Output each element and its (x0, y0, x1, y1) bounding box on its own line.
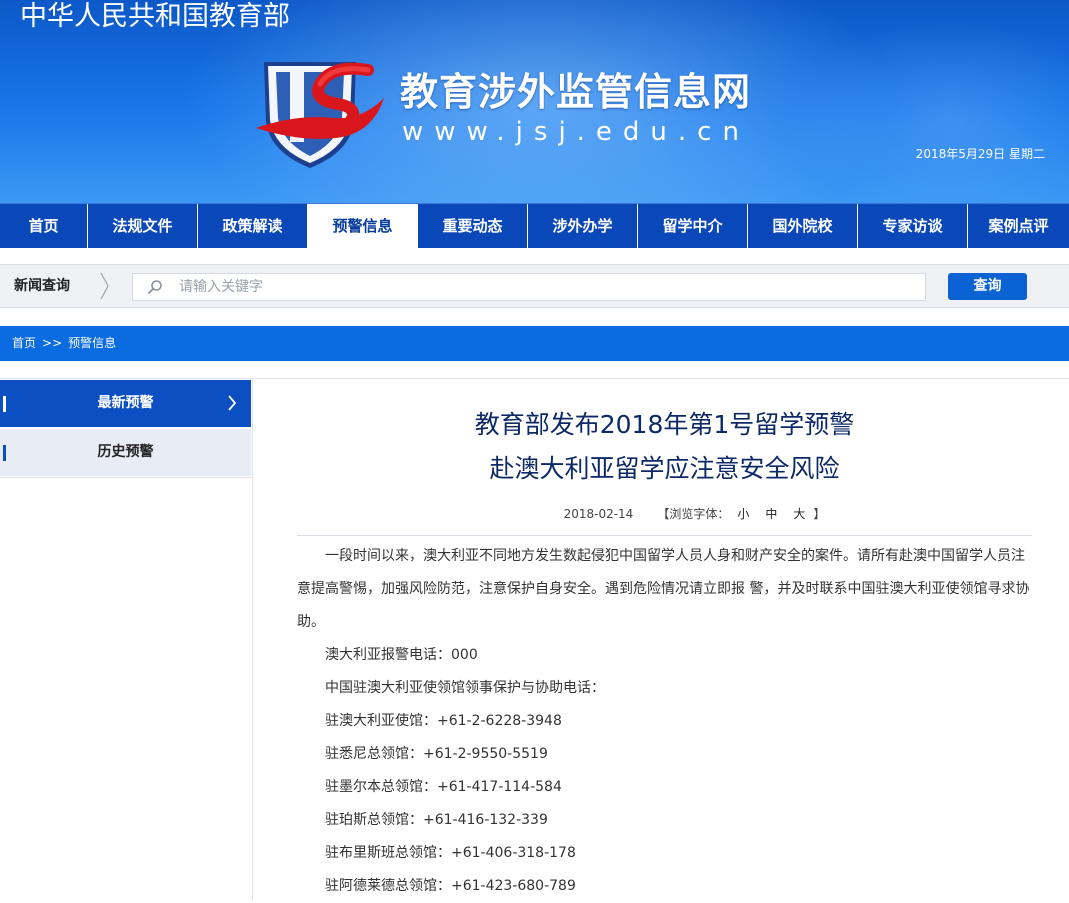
nav-item-interviews[interactable]: 专家访谈 (858, 204, 968, 248)
search-button[interactable]: 查询 (948, 273, 1027, 300)
ministry-name[interactable]: 中华人民共和国教育部 (20, 0, 290, 34)
article-title-line2: 赴澳大利亚留学应注意安全风险 (489, 454, 840, 483)
font-size-label: 【浏览字体： (657, 507, 730, 521)
nav-item-warnings[interactable]: 预警信息 (308, 204, 418, 248)
search-label: 新闻查询 (14, 278, 70, 294)
article-body: 一段时间以来，澳大利亚不同地方发生数起侵犯中国留学人员人身和财产安全的案件。请所… (297, 540, 1032, 903)
sidebar-item-label: 最新预警 (97, 395, 154, 411)
divider (0, 477, 251, 478)
nav-item-regulations[interactable]: 法规文件 (88, 204, 198, 248)
breadcrumb-home[interactable]: 首页 (12, 336, 36, 350)
nav-item-cases[interactable]: 案例点评 (968, 204, 1069, 248)
font-size-label-end: 】 (813, 507, 826, 521)
sidebar-marker (3, 396, 6, 412)
article-paragraph: 驻阿德莱德总领馆：+61-423-680-789 (325, 878, 576, 894)
nav-item-news[interactable]: 重要动态 (418, 204, 528, 248)
article: 教育部发布2018年第1号留学预警 赴澳大利亚留学应注意安全风险 2018-02… (297, 379, 1032, 903)
sidebar-marker (3, 445, 6, 461)
article-paragraph: 中国驻澳大利亚使领馆领事保护与协助电话： (325, 680, 605, 696)
site-title[interactable]: 教育涉外监管信息网 (400, 66, 751, 118)
article-paragraph: 一段时间以来，澳大利亚不同地方发生数起侵犯中国留学人员人身和财产安全的案件。请所… (297, 548, 1030, 630)
search-input-wrapper (132, 273, 926, 301)
article-paragraph: 驻布里斯班总领馆：+61-406-318-178 (325, 845, 576, 861)
article-meta: 2018-02-14 【浏览字体： 小 中 大】 (297, 506, 1032, 522)
chevron-right-icon (100, 272, 109, 300)
breadcrumb-separator: >> (42, 336, 63, 350)
site-url: www.jsj.edu.cn (402, 117, 750, 147)
sidebar-item-history-warnings[interactable]: 历史预警 (0, 429, 251, 476)
sidebar: 最新预警 历史预警 (0, 379, 253, 900)
font-size-medium[interactable]: 中 (765, 507, 777, 521)
breadcrumb: 首页 >> 预警信息 (0, 326, 1069, 361)
header-banner: 中华人民共和国教育部 教育涉外监管信息网 www.jsj.edu.cn 2018… (0, 0, 1069, 203)
nav-item-foreign-schools[interactable]: 涉外办学 (528, 204, 638, 248)
breadcrumb-current[interactable]: 预警信息 (68, 336, 116, 350)
chevron-right-icon (228, 395, 237, 411)
main-nav: 首页 法规文件 政策解读 预警信息 重要动态 涉外办学 留学中介 国外院校 专家… (0, 203, 1069, 248)
sidebar-item-label: 历史预警 (97, 444, 154, 460)
nav-item-foreign-universities[interactable]: 国外院校 (748, 204, 858, 248)
search-bar: 新闻查询 查询 (0, 264, 1069, 308)
article-title: 教育部发布2018年第1号留学预警 赴澳大利亚留学应注意安全风险 (297, 403, 1032, 491)
article-paragraph: 驻悉尼总领馆：+61-2-9550-5519 (325, 746, 548, 762)
article-date: 2018-02-14 (563, 507, 634, 521)
article-title-line1: 教育部发布2018年第1号留学预警 (474, 410, 855, 439)
article-paragraph: 驻珀斯总领馆：+61-416-132-339 (325, 812, 548, 828)
nav-item-home[interactable]: 首页 (0, 204, 88, 248)
article-paragraph: 驻澳大利亚使馆：+61-2-6228-3948 (325, 713, 562, 729)
site-logo-icon[interactable] (250, 58, 390, 170)
article-paragraph: 澳大利亚报警电话：000 (325, 647, 478, 663)
article-divider (297, 535, 1032, 536)
font-size-small[interactable]: 小 (737, 507, 749, 521)
article-paragraph: 驻墨尔本总领馆：+61-417-114-584 (325, 779, 562, 795)
font-size-large[interactable]: 大 (793, 507, 805, 521)
nav-item-agencies[interactable]: 留学中介 (638, 204, 748, 248)
search-input[interactable] (177, 275, 917, 299)
search-icon (148, 280, 162, 294)
current-date: 2018年5月29日 星期二 (915, 147, 1045, 161)
nav-item-policy[interactable]: 政策解读 (198, 204, 308, 248)
sidebar-item-latest-warnings[interactable]: 最新预警 (0, 380, 251, 427)
